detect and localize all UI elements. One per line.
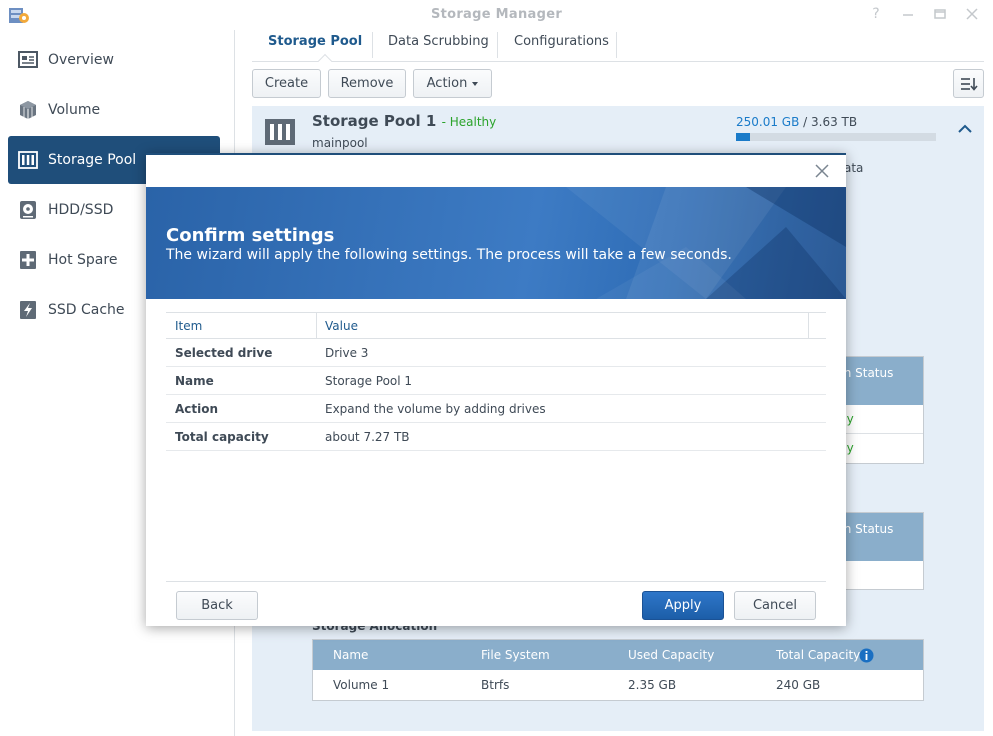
table-row: Action Expand the volume by adding drive… [166, 395, 826, 423]
action-dropdown-button[interactable]: Action [413, 69, 492, 98]
table-cell: Name [175, 374, 214, 388]
dialog-footer: Back Apply Cancel [166, 581, 826, 620]
hdd-icon [18, 200, 38, 220]
sidebar-item-label: SSD Cache [48, 302, 125, 318]
table-cell: Selected drive [175, 346, 273, 360]
table-row: Name Storage Pool 1 [166, 367, 826, 395]
pool-used: 250.01 GB [736, 115, 800, 129]
window-title: Storage Manager [430, 7, 563, 22]
table-cell: Storage Pool 1 [325, 374, 413, 388]
table-cell: Action [175, 402, 219, 416]
pool-description: mainpool [312, 136, 368, 150]
chevron-down-icon [472, 81, 479, 86]
help-icon[interactable]: ? [868, 6, 884, 22]
table-cell: Expand the volume by adding drives [325, 402, 546, 416]
column-header: File System [481, 648, 550, 662]
confirm-settings-table: Item Value Selected drive Drive 3 Name S… [166, 312, 826, 451]
confirm-settings-dialog: Confirm settings The wizard will apply t… [146, 153, 846, 626]
sidebar-item-label: Volume [48, 102, 101, 118]
pool-total: / 3.63 TB [799, 115, 858, 129]
back-label: Back [201, 598, 233, 613]
cancel-label: Cancel [752, 598, 798, 613]
column-header: Name [333, 648, 369, 662]
capacity-bar-fill [736, 133, 750, 141]
ssd-cache-icon [18, 300, 38, 320]
sidebar-item-label: Hot Spare [48, 252, 118, 268]
pool-name-text: Storage Pool 1 [312, 112, 437, 130]
peek-text: ata [844, 161, 864, 175]
table-header: Name File System Used Capacity Total Cap… [313, 640, 923, 670]
back-button[interactable]: Back [176, 591, 258, 620]
sidebar-item-label: Overview [48, 52, 114, 68]
maximize-icon[interactable] [932, 6, 948, 22]
remove-label: Remove [340, 76, 394, 91]
pool-status: - Healthy [441, 115, 497, 129]
dialog-banner: Confirm settings The wizard will apply t… [146, 187, 846, 299]
tab-divider [616, 32, 617, 58]
tab-bar: Storage Pool Data Scrubbing Configuratio… [252, 30, 984, 69]
remove-button[interactable]: Remove [328, 69, 406, 98]
table-cell: Total capacity [175, 430, 269, 444]
sidebar-item-label: HDD/SSD [48, 202, 114, 218]
column-header: Total Capacity [776, 648, 861, 662]
tab-storage-pool[interactable]: Storage Pool [252, 35, 378, 61]
table-cell: about 7.27 TB [325, 430, 410, 444]
info-icon[interactable] [859, 648, 874, 663]
sidebar-item-volume[interactable]: Volume [8, 86, 220, 134]
table-header: Item Value [166, 312, 826, 339]
column-header: Item [175, 319, 203, 333]
table-row: Total capacity about 7.27 TB [166, 423, 826, 451]
pool-name: Storage Pool 1 - Healthy [312, 112, 496, 130]
sort-icon [960, 77, 978, 91]
table-row: Volume 1 Btrfs 2.35 GB 240 GB [313, 670, 923, 700]
volume-icon [18, 100, 38, 120]
column-divider [808, 313, 809, 339]
column-header: Value [325, 319, 358, 333]
create-button[interactable]: Create [252, 69, 321, 98]
storage-pool-icon [18, 150, 38, 170]
sidebar-item-label: Storage Pool [48, 152, 137, 168]
table-cell: 240 GB [776, 678, 821, 692]
storage-manager-window: Storage Manager ? Overview Volume Storag… [0, 0, 993, 736]
table-row: Selected drive Drive 3 [166, 339, 826, 367]
create-label: Create [264, 76, 309, 91]
title-bar: Storage Manager ? [0, 0, 993, 30]
storage-pool-icon [265, 119, 295, 145]
table-cell: Drive 3 [325, 346, 369, 360]
apply-label: Apply [664, 598, 702, 613]
close-window-icon[interactable] [964, 6, 980, 22]
capacity-bar [736, 133, 936, 141]
overview-icon [18, 50, 38, 70]
close-icon[interactable] [814, 163, 830, 179]
tab-data-scrubbing[interactable]: Data Scrubbing [372, 35, 505, 61]
tab-configurations[interactable]: Configurations [498, 35, 625, 61]
apply-button[interactable]: Apply [642, 591, 724, 620]
minimize-icon[interactable] [900, 6, 916, 22]
storage-allocation-table: Name File System Used Capacity Total Cap… [312, 639, 924, 701]
column-divider [316, 313, 317, 339]
chevron-up-icon[interactable] [958, 124, 972, 134]
peek-header: th Status [839, 366, 894, 380]
sidebar-item-overview[interactable]: Overview [8, 36, 220, 84]
table-cell: Volume 1 [333, 678, 390, 692]
sort-button[interactable] [953, 69, 984, 98]
action-label: Action [426, 76, 468, 91]
dialog-heading: Confirm settings [166, 225, 335, 246]
column-header: Used Capacity [628, 648, 715, 662]
cancel-button[interactable]: Cancel [734, 591, 816, 620]
table-cell: Btrfs [481, 678, 510, 692]
pool-capacity: 250.01 GB / 3.63 TB [736, 115, 857, 129]
table-cell: 2.35 GB [628, 678, 677, 692]
dialog-subheading: The wizard will apply the following sett… [166, 247, 732, 263]
hot-spare-icon [18, 250, 38, 270]
peek-header: th Status [839, 522, 894, 536]
